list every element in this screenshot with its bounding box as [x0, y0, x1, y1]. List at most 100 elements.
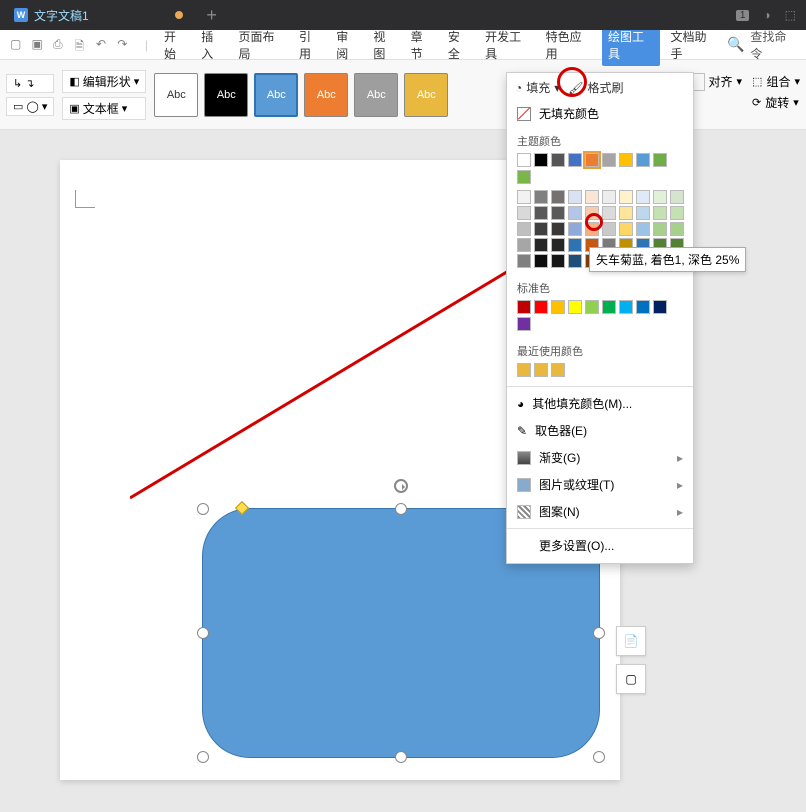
color-swatch[interactable] [534, 300, 548, 314]
color-swatch[interactable] [517, 300, 531, 314]
connector-button[interactable]: ↳ ↴ [6, 74, 54, 93]
style-preset-2[interactable]: Abc [204, 73, 248, 117]
color-swatch[interactable] [517, 170, 531, 184]
open-icon[interactable]: ▣ [31, 37, 46, 53]
color-swatch[interactable] [568, 190, 582, 204]
resize-handle-w[interactable] [197, 627, 209, 639]
color-swatch[interactable] [585, 206, 599, 220]
color-swatch[interactable] [568, 238, 582, 252]
color-swatch[interactable] [551, 206, 565, 220]
textbox-button[interactable]: ▣ 文本框 ▾ [62, 97, 146, 120]
color-swatch[interactable] [670, 206, 684, 220]
color-swatch[interactable] [534, 222, 548, 236]
shape-options-button[interactable]: ▢ [616, 664, 646, 694]
no-fill-option[interactable]: 无填充颜色 [507, 100, 693, 127]
color-swatch[interactable] [551, 190, 565, 204]
color-swatch[interactable] [670, 222, 684, 236]
menu-section[interactable]: 章节 [407, 26, 438, 64]
resize-handle-nw[interactable] [197, 503, 209, 515]
color-swatch[interactable] [551, 222, 565, 236]
new-icon[interactable]: ▢ [10, 37, 25, 53]
color-swatch[interactable] [653, 222, 667, 236]
color-swatch[interactable] [619, 300, 633, 314]
cloud-icon[interactable]: ◑ [763, 8, 770, 22]
color-swatch[interactable] [636, 206, 650, 220]
menu-insert[interactable]: 插入 [197, 26, 228, 64]
menu-security[interactable]: 安全 [444, 26, 475, 64]
document-tab[interactable]: W 文字文稿1 [0, 0, 197, 30]
format-painter-button[interactable]: 🖌 格式刷 [568, 79, 623, 96]
edit-shape-button[interactable]: ◧ 编辑形状 ▾ [62, 70, 146, 93]
rotation-handle[interactable] [394, 479, 408, 493]
color-swatch[interactable] [653, 300, 667, 314]
menu-dev[interactable]: 开发工具 [481, 26, 535, 64]
color-swatch[interactable] [517, 153, 531, 167]
color-swatch[interactable] [551, 153, 565, 167]
window-badge[interactable]: 1 [736, 10, 750, 21]
color-swatch[interactable] [568, 254, 582, 268]
undo-icon[interactable]: ↶ [96, 37, 111, 53]
color-swatch[interactable] [551, 363, 565, 377]
pattern-option[interactable]: 图案(N)▸ [507, 498, 693, 525]
color-swatch[interactable] [670, 190, 684, 204]
resize-handle-e[interactable] [593, 627, 605, 639]
skin-icon[interactable]: ⬚ [785, 8, 796, 22]
color-swatch[interactable] [653, 190, 667, 204]
menu-doc-assistant[interactable]: 文档助手 [666, 26, 720, 64]
menu-view[interactable]: 视图 [369, 26, 400, 64]
color-swatch[interactable] [619, 222, 633, 236]
style-preset-6[interactable]: Abc [404, 73, 448, 117]
color-swatch[interactable] [568, 300, 582, 314]
color-swatch[interactable] [568, 153, 582, 167]
menu-layout[interactable]: 页面布局 [235, 26, 289, 64]
texture-option[interactable]: 图片或纹理(T)▸ [507, 471, 693, 498]
search-icon[interactable]: 🔍 [727, 36, 744, 53]
more-colors-option[interactable]: ◕其他填充颜色(M)... [507, 390, 693, 417]
color-swatch[interactable] [636, 153, 650, 167]
color-swatch[interactable] [636, 222, 650, 236]
style-preset-5[interactable]: Abc [354, 73, 398, 117]
color-swatch[interactable] [534, 206, 548, 220]
shapes-button[interactable]: ▭ ◯ ▾ [6, 97, 54, 116]
color-swatch[interactable] [517, 190, 531, 204]
color-swatch[interactable] [517, 222, 531, 236]
color-swatch[interactable] [517, 238, 531, 252]
color-swatch[interactable] [534, 254, 548, 268]
align-button[interactable]: 对齐 ▾ [687, 73, 743, 91]
color-swatch[interactable] [602, 222, 616, 236]
style-preset-3[interactable]: Abc [254, 73, 298, 117]
color-swatch[interactable] [517, 317, 531, 331]
color-swatch[interactable] [517, 206, 531, 220]
gradient-option[interactable]: 渐变(G)▸ [507, 444, 693, 471]
color-swatch[interactable] [602, 153, 616, 167]
color-swatch[interactable] [534, 238, 548, 252]
color-swatch[interactable] [568, 206, 582, 220]
color-swatch[interactable] [619, 153, 633, 167]
color-swatch[interactable] [568, 222, 582, 236]
color-swatch[interactable] [619, 190, 633, 204]
group-button[interactable]: ⬚ 组合 ▾ [752, 73, 800, 90]
color-swatch[interactable] [534, 153, 548, 167]
more-settings-option[interactable]: 更多设置(O)... [507, 532, 693, 559]
color-swatch[interactable] [602, 206, 616, 220]
menu-reference[interactable]: 引用 [295, 26, 326, 64]
color-swatch[interactable] [585, 222, 599, 236]
color-swatch[interactable] [653, 206, 667, 220]
color-swatch[interactable] [602, 300, 616, 314]
style-preset-1[interactable]: Abc [154, 73, 198, 117]
color-swatch[interactable] [585, 190, 599, 204]
resize-handle-n[interactable] [395, 503, 407, 515]
color-swatch[interactable] [551, 300, 565, 314]
resize-handle-se[interactable] [593, 751, 605, 763]
menu-feature[interactable]: 特色应用 [542, 26, 596, 64]
color-swatch[interactable] [517, 363, 531, 377]
color-swatch[interactable] [534, 190, 548, 204]
resize-handle-s[interactable] [395, 751, 407, 763]
menu-start[interactable]: 开始 [160, 26, 191, 64]
style-preset-4[interactable]: Abc [304, 73, 348, 117]
color-swatch[interactable] [534, 363, 548, 377]
color-swatch[interactable] [636, 190, 650, 204]
color-swatch[interactable] [551, 238, 565, 252]
color-swatch[interactable] [551, 254, 565, 268]
color-swatch[interactable] [653, 153, 667, 167]
